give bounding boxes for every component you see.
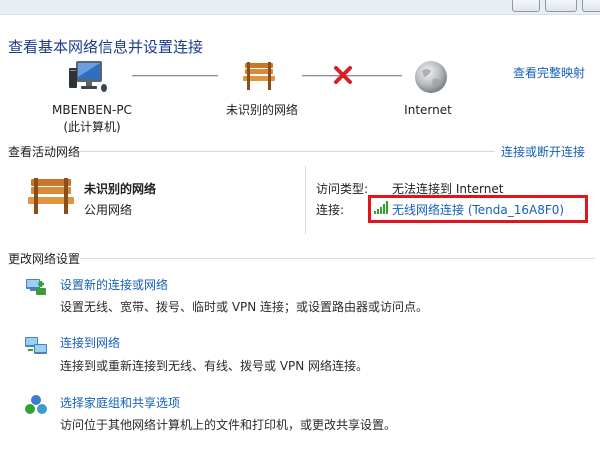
connect-to-network-link[interactable]: 连接到网络: [60, 334, 120, 351]
bench-icon: [241, 60, 277, 95]
map-link-line-1: [132, 75, 218, 77]
connect-network-icon[interactable]: [24, 335, 48, 360]
computer-name-label: MBENBEN-PC: [52, 103, 132, 117]
homegroup-sharing-link[interactable]: 选择家庭组和共享选项: [60, 394, 180, 411]
vertical-divider: [305, 166, 306, 234]
section-divider: [80, 151, 495, 152]
internet-label: Internet: [404, 103, 452, 117]
this-computer-note: (此计算机): [63, 120, 121, 134]
wifi-signal-icon: [374, 201, 390, 218]
access-type-label: 访问类型:: [316, 182, 369, 196]
wireless-connection-link[interactable]: 无线网络连接 (Tenda_16A8F0): [392, 201, 564, 218]
new-connection-icon[interactable]: [24, 276, 48, 301]
page-title: 查看基本网络信息并设置连接: [8, 38, 204, 56]
computer-icon: [68, 60, 108, 97]
window-top-strip: [0, 0, 600, 15]
network-category-link[interactable]: 公用网络: [84, 201, 132, 218]
connection-label: 连接:: [316, 203, 345, 217]
homegroup-icon[interactable]: [24, 394, 48, 419]
public-network-bench-icon: [26, 176, 76, 219]
connect-disconnect-link[interactable]: 连接或断开连接: [501, 143, 585, 160]
view-full-map-link[interactable]: 查看完整映射: [513, 64, 585, 81]
disconnected-x-icon: [333, 66, 353, 87]
setup-new-connection-desc: 设置无线、宽带、拨号、临时或 VPN 连接；或设置路由器或访问点。: [60, 300, 429, 314]
internet-globe-icon: [413, 59, 449, 98]
connect-to-network-desc: 连接到或重新连接到无线、有线、拨号或 VPN 网络连接。: [60, 359, 369, 373]
homegroup-sharing-desc: 访问位于其他网络计算机上的文件和打印机，或更改共享设置。: [60, 418, 397, 432]
active-networks-title: 查看活动网络: [8, 145, 81, 159]
unidentified-network-label: 未识别的网络: [225, 103, 298, 117]
setup-new-connection-link[interactable]: 设置新的连接或网络: [60, 276, 168, 293]
active-network-name: 未识别的网络: [84, 182, 157, 196]
minimize-button[interactable]: [512, 0, 540, 12]
maximize-button[interactable]: [545, 0, 577, 12]
close-button[interactable]: [582, 0, 600, 12]
change-settings-title: 更改网络设置: [8, 252, 81, 266]
section-divider-2: [80, 258, 595, 259]
